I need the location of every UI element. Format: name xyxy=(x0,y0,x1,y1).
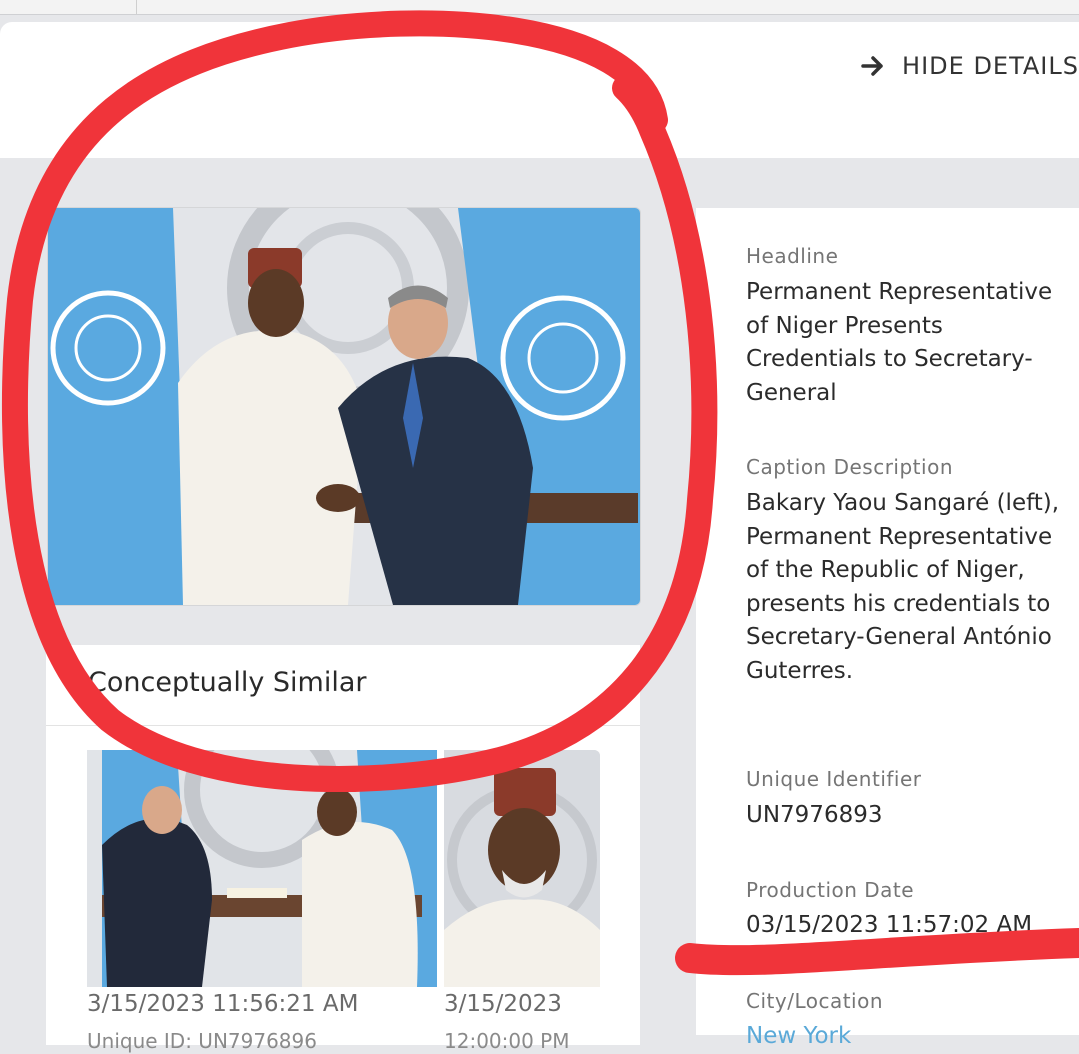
thumbnail-image xyxy=(87,750,437,987)
caption-value: Bakary Yaou Sangaré (left), Permanent Re… xyxy=(746,490,1060,684)
similar-thumbnail[interactable] xyxy=(444,750,600,987)
details-panel: Headline Permanent Representative of Nig… xyxy=(696,208,1079,1049)
detail-header: HIDE DETAILS xyxy=(0,22,1079,158)
divider xyxy=(46,725,640,726)
production-date-label: Production Date xyxy=(746,878,915,902)
main-photo[interactable] xyxy=(47,207,641,606)
city-label: City/Location xyxy=(746,989,884,1013)
thumbnail-date: 3/15/2023 xyxy=(444,991,562,1017)
similar-thumbnail[interactable] xyxy=(87,750,437,987)
browser-top-strip xyxy=(0,0,1079,15)
caption-label: Caption Description xyxy=(746,455,953,479)
hide-details-label: HIDE DETAILS xyxy=(902,52,1079,80)
city-link[interactable]: New York xyxy=(746,1020,1071,1054)
thumbnail-image xyxy=(444,750,600,987)
strip-divider xyxy=(136,0,137,14)
conceptually-similar-section: Conceptually Similar 3/15/2023 11:56:21 … xyxy=(46,645,640,1053)
uid-label: Unique Identifier xyxy=(746,767,922,791)
section-title: Conceptually Similar xyxy=(88,667,367,698)
headline-label: Headline xyxy=(746,244,839,268)
hide-details-button[interactable]: HIDE DETAILS xyxy=(860,52,1079,80)
main-photo-image xyxy=(48,208,640,605)
thumbnail-date: 3/15/2023 11:56:21 AM xyxy=(87,991,359,1017)
thumbnail-subtext: Unique ID: UN7976896 xyxy=(87,1029,317,1053)
headline-value: Permanent Representative of Niger Presen… xyxy=(746,279,1053,406)
arrow-right-icon xyxy=(861,56,883,76)
uid-value: UN7976893 xyxy=(746,802,883,828)
thumbnail-subtext: 12:00:00 PM xyxy=(444,1029,570,1053)
production-date-value: 03/15/2023 11:57:02 AM xyxy=(746,912,1033,938)
